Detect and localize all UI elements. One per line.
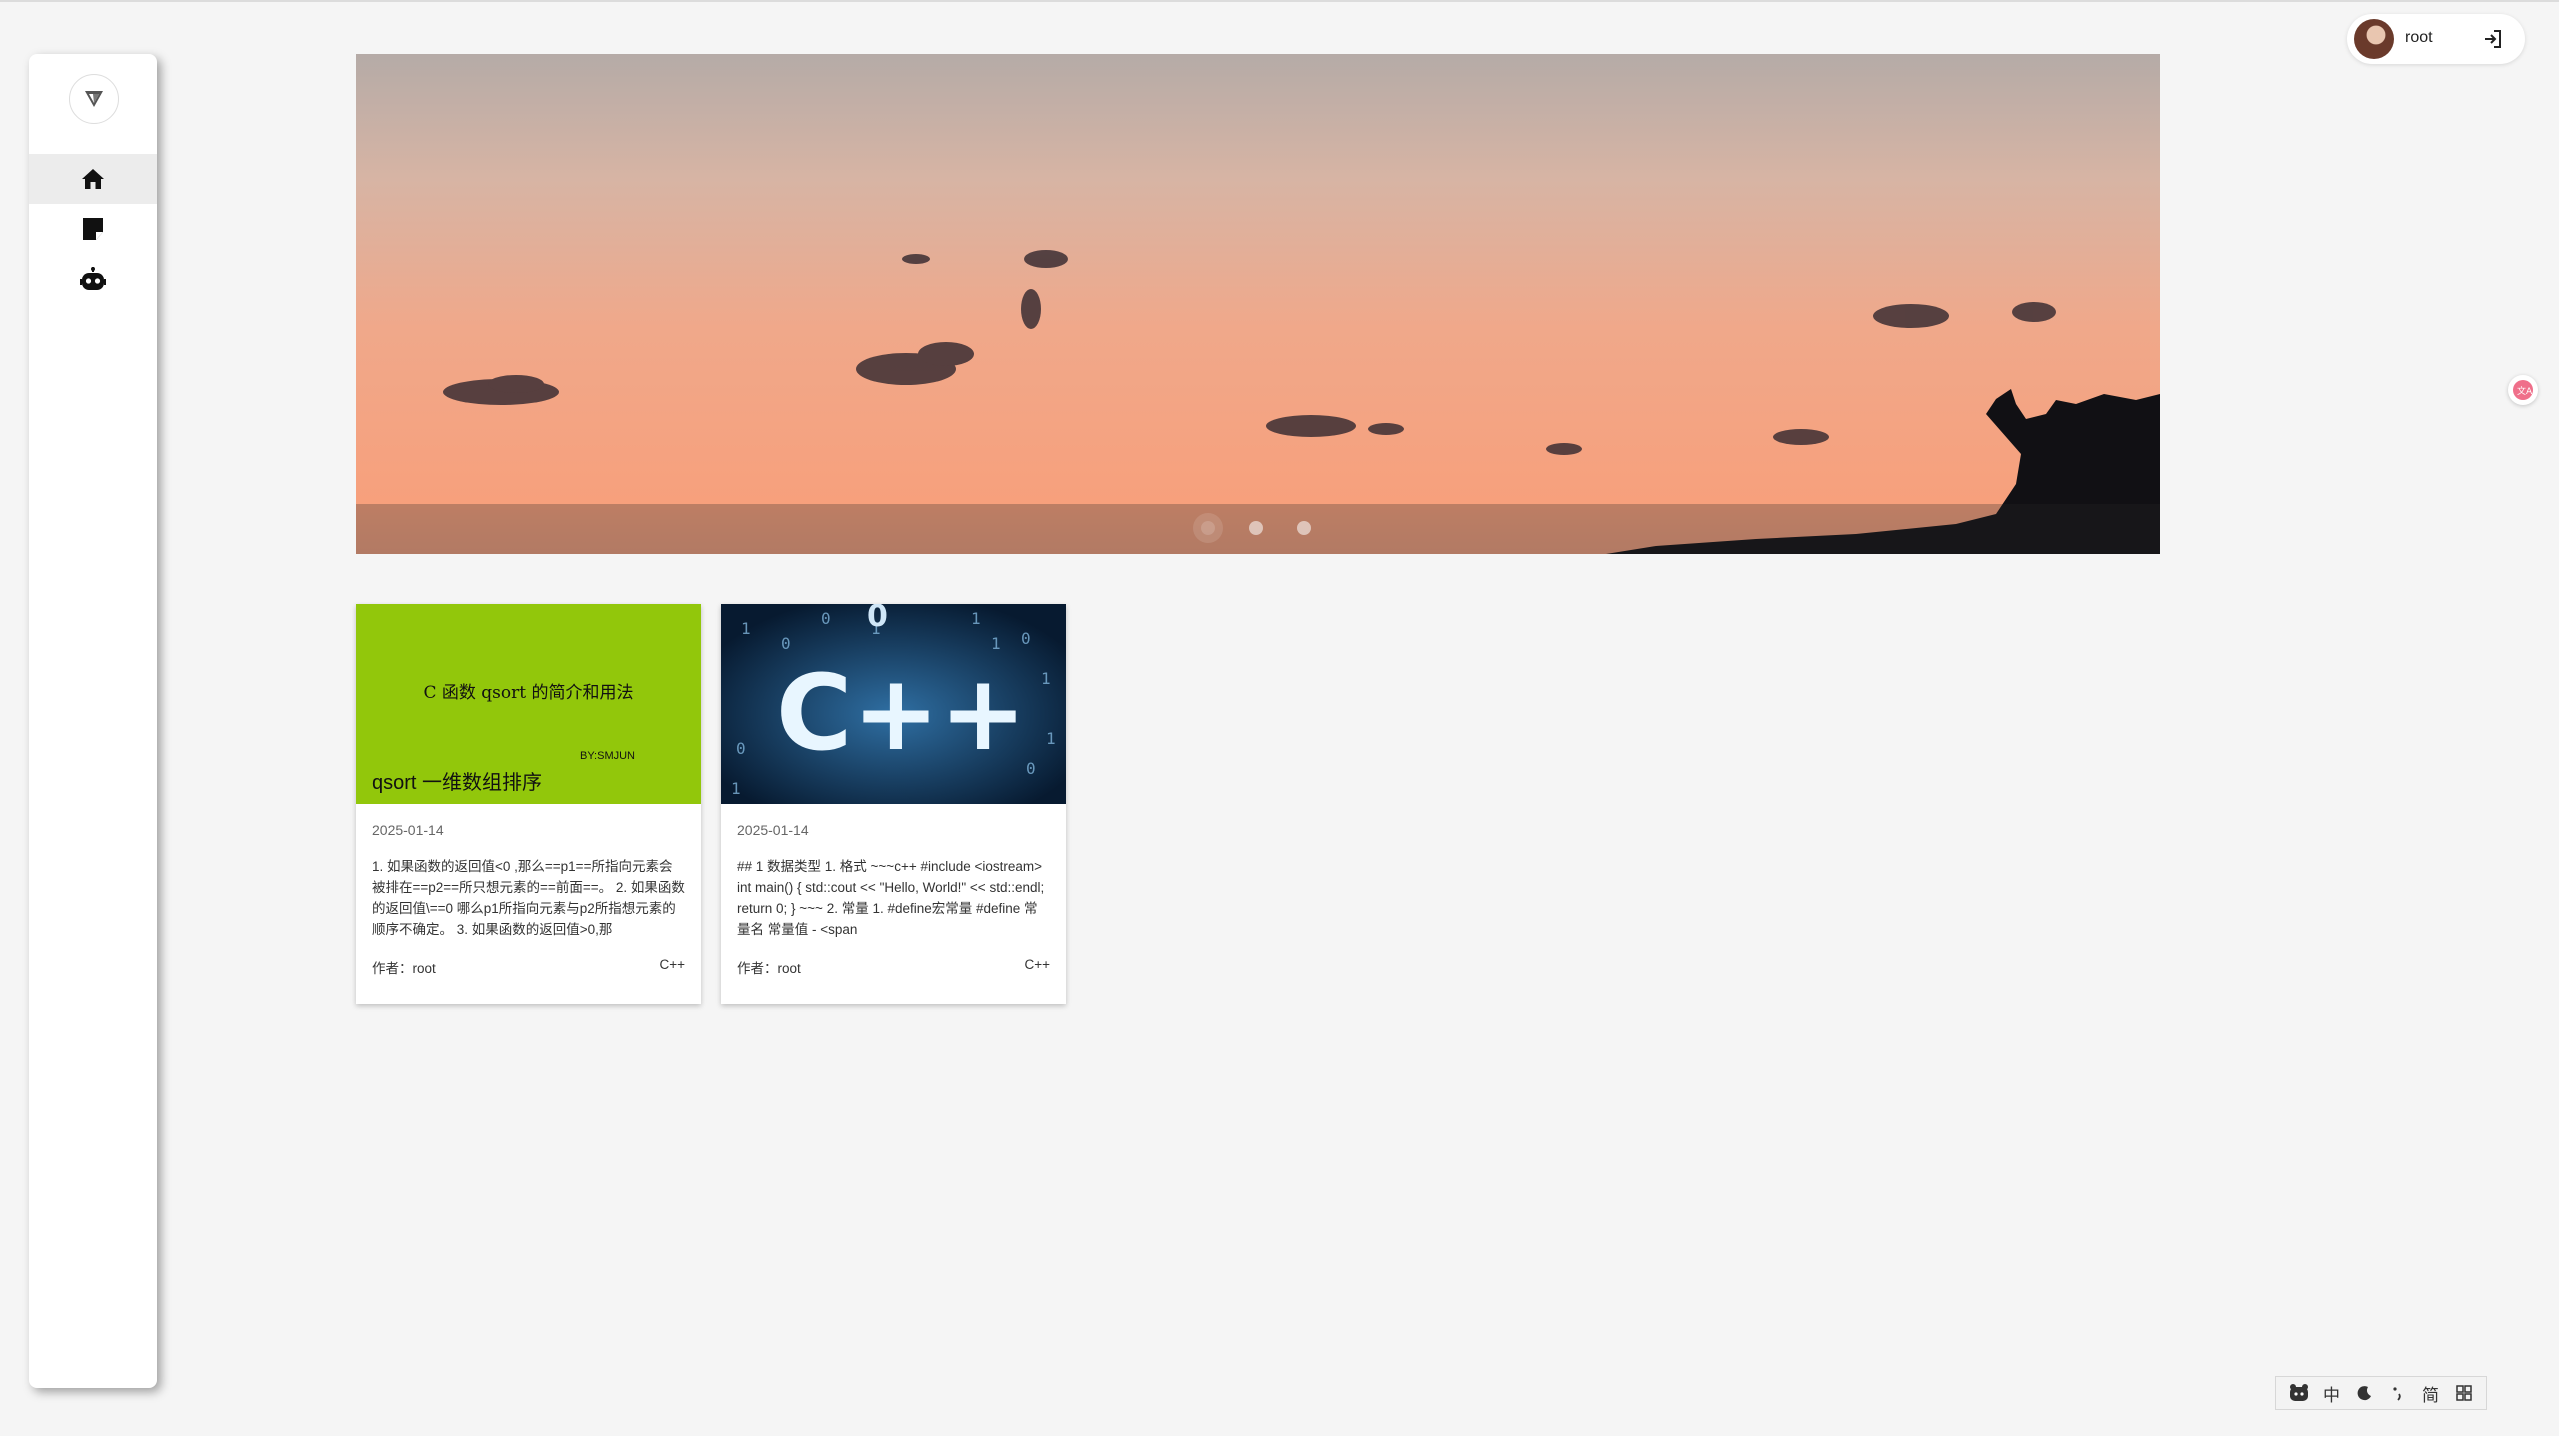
post-title: qsort 一维数组排序 bbox=[372, 772, 543, 794]
ime-simplified-toggle[interactable]: 简 bbox=[2418, 1380, 2444, 1406]
post-card[interactable]: C 函数 qsort 的简介和用法 BY:SMJUN qsort 一维数组排序 … bbox=[356, 604, 701, 1004]
grid-menu-icon[interactable] bbox=[2451, 1380, 2477, 1406]
svg-text:0: 0 bbox=[821, 609, 831, 628]
post-author: 作者：root bbox=[737, 961, 801, 976]
cover-heading: C 函数 qsort 的简介和用法 bbox=[423, 683, 634, 703]
svg-text:1: 1 bbox=[1046, 729, 1056, 748]
svg-text:0: 0 bbox=[867, 604, 888, 634]
post-cover-image: C 函数 qsort 的简介和用法 BY:SMJUN qsort 一维数组排序 bbox=[356, 604, 701, 804]
carousel-dot-3[interactable] bbox=[1297, 521, 1311, 535]
svg-text:0: 0 bbox=[1026, 759, 1036, 778]
moon-icon[interactable] bbox=[2352, 1380, 2378, 1406]
svg-text:1: 1 bbox=[991, 634, 1001, 653]
translate-icon[interactable]: 文A bbox=[2508, 375, 2538, 405]
svg-text:1: 1 bbox=[971, 609, 981, 628]
home-icon bbox=[82, 169, 104, 189]
ime-logo-icon[interactable] bbox=[2286, 1380, 2312, 1406]
post-excerpt: 1. 如果函数的返回值<0 ,那么==p1==所指向元素会被排在==p2==所只… bbox=[372, 859, 685, 937]
svg-text:0: 0 bbox=[781, 634, 791, 653]
post-cover-image: 101 101 010 101 0 C++ bbox=[721, 604, 1066, 804]
ime-language-toggle[interactable]: 中 bbox=[2319, 1380, 2345, 1406]
username: root bbox=[2405, 29, 2433, 46]
ime-toolbar: 中 简 bbox=[2275, 1376, 2487, 1410]
cover-byline: BY:SMJUN bbox=[579, 750, 635, 762]
robot-icon bbox=[80, 267, 106, 290]
svg-text:1: 1 bbox=[741, 619, 751, 638]
banner-carousel[interactable] bbox=[356, 54, 2160, 554]
svg-text:C++: C++ bbox=[776, 652, 1027, 774]
svg-text:文A: 文A bbox=[2517, 385, 2533, 397]
svg-text:1: 1 bbox=[731, 779, 741, 798]
carousel-dot-2[interactable] bbox=[1249, 521, 1263, 535]
svg-text:0: 0 bbox=[1021, 629, 1031, 648]
post-author: 作者：root bbox=[372, 961, 436, 976]
punctuation-icon[interactable] bbox=[2385, 1380, 2411, 1406]
sunset-banner-image bbox=[356, 54, 2160, 554]
sidebar-item-articles[interactable] bbox=[29, 204, 157, 254]
post-tag: C++ bbox=[1024, 957, 1050, 972]
avatar[interactable] bbox=[2354, 19, 2394, 59]
vuetify-logo-icon[interactable] bbox=[69, 74, 119, 124]
sidebar-item-robot[interactable] bbox=[29, 254, 157, 304]
sidebar bbox=[29, 54, 157, 1388]
cpp-cover-icon: 101 101 010 10 1 0 C++ bbox=[721, 604, 1066, 804]
logout-icon[interactable] bbox=[2481, 27, 2505, 51]
post-date: 2025-01-14 bbox=[737, 822, 809, 838]
article-icon bbox=[83, 218, 103, 240]
user-menu[interactable]: root bbox=[2347, 14, 2525, 64]
post-tag: C++ bbox=[659, 957, 685, 972]
svg-text:1: 1 bbox=[1041, 669, 1051, 688]
sidebar-item-home[interactable] bbox=[29, 154, 157, 204]
post-date: 2025-01-14 bbox=[372, 822, 444, 838]
carousel-dot-1[interactable] bbox=[1201, 521, 1215, 535]
post-card[interactable]: 101 101 010 101 0 C++ 2025-01-14 ## 1 数据… bbox=[721, 604, 1066, 1004]
post-excerpt: ## 1 数据类型 1. 格式 ~~~c++ #include <iostrea… bbox=[737, 859, 1045, 937]
svg-text:0: 0 bbox=[736, 739, 746, 758]
